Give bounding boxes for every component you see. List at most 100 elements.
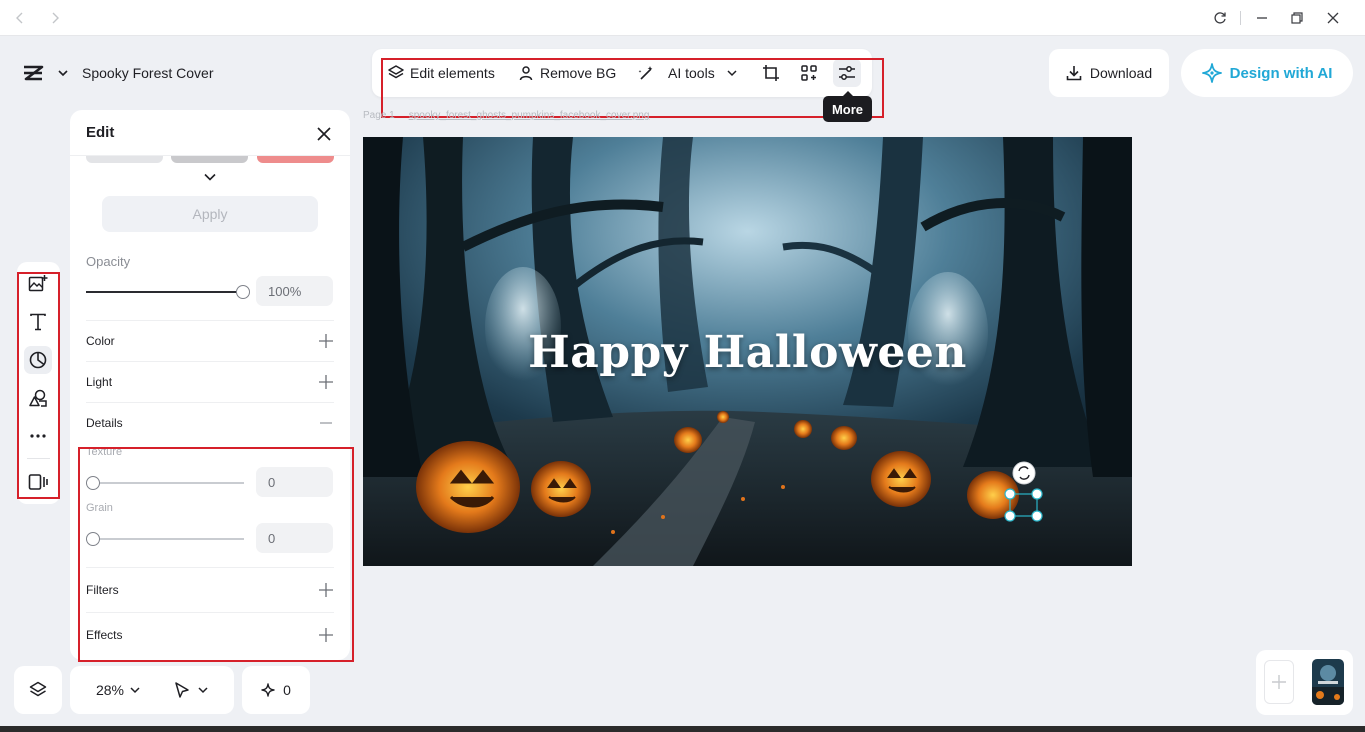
ai-credits-count: 0 [283, 682, 291, 698]
adjust-icon [29, 351, 47, 369]
texture-slider[interactable] [86, 476, 244, 490]
ai-credits-button[interactable]: 0 [242, 666, 310, 714]
file-name: spooky_forest_ghosts_pumpkins_facebook_c… [408, 110, 650, 121]
pointer-chevron-down-icon [198, 687, 208, 694]
preset-swatch[interactable] [171, 156, 248, 163]
add-page-button[interactable] [1264, 660, 1294, 704]
app-logo-icon[interactable] [22, 65, 44, 81]
page-thumbnail[interactable] [1312, 659, 1344, 705]
resize-icon [28, 474, 48, 490]
sparkle-icon [261, 683, 275, 697]
minimize-icon[interactable] [1252, 8, 1272, 28]
edit-elements-label: Edit elements [410, 65, 495, 81]
expand-plus-icon[interactable] [318, 582, 334, 598]
scan-icon [801, 65, 817, 81]
more-adjust-button[interactable] [833, 59, 861, 87]
effects-section[interactable]: Effects [86, 612, 334, 657]
menu-chevron-down-icon[interactable] [58, 69, 68, 77]
more-dots-icon [30, 434, 46, 438]
magic-wand-icon [638, 66, 653, 80]
ai-tools-chevron-down-icon [727, 70, 737, 77]
download-label: Download [1089, 65, 1153, 81]
crop-icon [763, 65, 779, 81]
preset-swatch[interactable] [257, 156, 334, 163]
preset-swatch[interactable] [86, 156, 163, 163]
zoom-pointer-group: 28% [70, 666, 234, 714]
expand-plus-icon[interactable] [318, 333, 334, 349]
color-section-label: Color [86, 333, 115, 348]
opacity-slider[interactable] [86, 285, 250, 299]
details-section-label: Details [86, 415, 123, 430]
filters-section[interactable]: Filters [86, 567, 334, 612]
resize-tool-button[interactable] [24, 468, 52, 496]
forward-icon[interactable] [45, 8, 65, 28]
zoom-level[interactable]: 28% [96, 682, 124, 698]
crop-button[interactable] [757, 59, 785, 87]
design-with-ai-button[interactable]: Design with AI [1181, 49, 1353, 97]
filters-section-label: Filters [86, 583, 119, 597]
texture-slider-handle[interactable] [86, 476, 100, 490]
apply-button[interactable]: Apply [102, 196, 318, 232]
image-toolbar: Edit elements Remove BG AI tools [372, 49, 872, 97]
rail-divider [27, 458, 50, 459]
grain-slider[interactable] [86, 532, 244, 546]
close-icon[interactable] [1323, 8, 1343, 28]
document-title[interactable]: Spooky Forest Cover [82, 65, 214, 81]
add-image-button[interactable] [24, 270, 52, 298]
grain-slider-handle[interactable] [86, 532, 100, 546]
text-tool-button[interactable] [24, 308, 52, 336]
page-label: Page 1 spooky_forest_ghosts_pumpkins_face… [363, 110, 649, 121]
opacity-value-field[interactable]: 100% [256, 276, 333, 306]
adjust-tool-button[interactable] [24, 346, 52, 374]
person-icon [519, 66, 533, 81]
collapse-minus-icon[interactable] [318, 415, 334, 431]
light-section-label: Light [86, 374, 113, 389]
page-thumbnails [1256, 650, 1353, 715]
ai-tools-label: AI tools [668, 65, 715, 81]
ai-tools-button[interactable]: AI tools [638, 61, 743, 85]
more-tooltip: More [823, 91, 872, 122]
design-with-ai-label: Design with AI [1229, 64, 1333, 82]
effects-section-label: Effects [86, 628, 123, 642]
smart-select-button[interactable] [795, 59, 823, 87]
titlebar-divider [1240, 11, 1241, 25]
show-more-chevron-down-icon[interactable] [200, 170, 220, 184]
add-image-icon [28, 275, 48, 292]
light-section[interactable]: Light [86, 361, 334, 401]
shapes-tool-button[interactable] [24, 384, 52, 412]
texture-label: Texture [86, 446, 123, 458]
grain-value-field[interactable]: 0 [256, 523, 333, 553]
expand-plus-icon[interactable] [318, 374, 334, 390]
document-header: Spooky Forest Cover [14, 55, 238, 91]
shapes-icon [29, 389, 47, 407]
left-tool-rail [17, 262, 60, 504]
layers-icon [388, 65, 404, 79]
plus-icon [1272, 675, 1286, 689]
zoom-chevron-down-icon [130, 687, 140, 694]
layers-button[interactable] [14, 666, 62, 714]
headline-text[interactable]: Happy Halloween [363, 327, 1132, 378]
download-button[interactable]: Download [1049, 49, 1169, 97]
expand-plus-icon[interactable] [318, 627, 334, 643]
texture-value-field[interactable]: 0 [256, 467, 333, 497]
color-section[interactable]: Color [86, 320, 334, 360]
remove-bg-label: Remove BG [540, 65, 617, 81]
restore-icon[interactable] [1287, 8, 1307, 28]
design-canvas[interactable]: Happy Halloween [363, 137, 1132, 566]
page-number: Page 1 [363, 110, 395, 121]
opacity-slider-handle[interactable] [236, 285, 250, 299]
refresh-icon[interactable] [1210, 8, 1230, 28]
remove-bg-button[interactable]: Remove BG [518, 61, 616, 85]
grain-label: Grain [86, 502, 113, 514]
edit-panel: Edit Apply Opacity 100% Color Light Deta… [70, 110, 350, 660]
panel-close-icon[interactable] [313, 123, 335, 145]
ai-sparkle-icon [1201, 63, 1222, 83]
back-icon[interactable] [10, 8, 30, 28]
text-icon [30, 313, 46, 331]
opacity-label: Opacity [86, 254, 131, 269]
details-section[interactable]: Details [86, 402, 334, 442]
edit-panel-title: Edit [86, 124, 115, 141]
taskbar-strip [0, 726, 1365, 732]
more-tools-button[interactable] [24, 422, 52, 450]
edit-elements-button[interactable]: Edit elements [388, 61, 495, 85]
